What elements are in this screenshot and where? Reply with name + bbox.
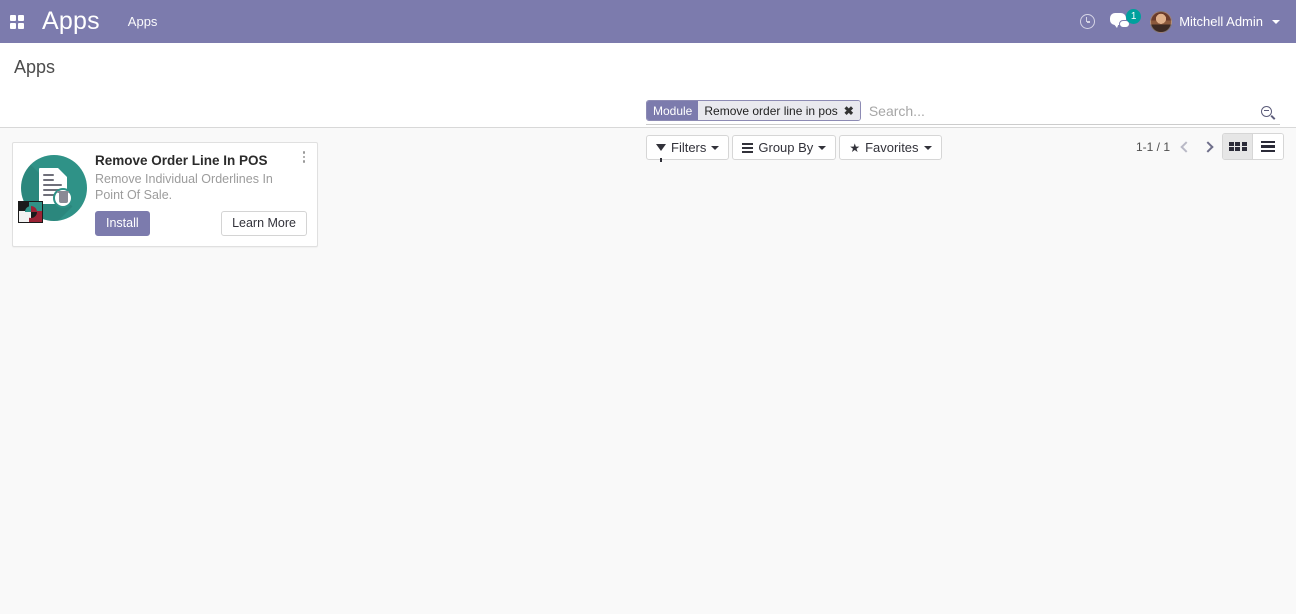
- filters-label: Filters: [671, 140, 707, 155]
- filters-button[interactable]: Filters: [646, 135, 730, 162]
- install-button[interactable]: Install: [95, 211, 150, 237]
- pager-nav: [1180, 140, 1214, 153]
- activity-menu-button[interactable]: [1070, 0, 1104, 43]
- chevron-down-icon: [923, 145, 932, 150]
- list-icon: [1261, 140, 1275, 153]
- app-card-actions: Install Learn More: [95, 211, 307, 237]
- favorites-label: Favorites: [865, 140, 919, 155]
- search-facet-module[interactable]: Module Remove order line in pos ✖: [646, 100, 861, 121]
- breadcrumb[interactable]: Apps: [0, 43, 55, 78]
- navbar-right: 1 Mitchell Admin: [1070, 0, 1284, 43]
- messages-icon: 1: [1108, 8, 1142, 32]
- close-icon[interactable]: ✖: [841, 101, 860, 120]
- control-panel-top-row: Apps: [0, 43, 1296, 89]
- app-description: Remove Individual Orderlines In Point Of…: [95, 171, 273, 202]
- messages-menu-button[interactable]: 1: [1106, 0, 1142, 43]
- brand-title: Apps: [42, 7, 100, 35]
- chevron-down-icon: [711, 145, 720, 150]
- chevron-down-icon: [818, 145, 827, 150]
- favorites-button[interactable]: ★ Favorites: [839, 135, 942, 160]
- kanban-content: Remove Order Line In POS Remove Individu…: [0, 128, 1296, 614]
- search-button[interactable]: [1252, 98, 1280, 124]
- user-name-label: Mitchell Admin: [1179, 14, 1263, 29]
- group-by-button[interactable]: Group By: [732, 135, 837, 160]
- view-switcher: [1222, 133, 1284, 160]
- search-facet-value: Remove order line in pos: [698, 101, 842, 120]
- nav-menu-item-apps[interactable]: Apps: [114, 0, 172, 43]
- navbar-left: Apps Apps: [0, 0, 171, 43]
- kanban-icon: [1228, 141, 1247, 152]
- odoo-apps-page: Apps Apps 1 Mitchell Admin Apps Module R…: [0, 0, 1296, 614]
- chevron-down-icon: [1272, 19, 1280, 24]
- funnel-icon: [656, 144, 666, 162]
- grid-icon: [10, 14, 24, 29]
- pager-value: 1-1 / 1: [1135, 139, 1170, 154]
- user-menu-button[interactable]: Mitchell Admin: [1142, 0, 1284, 43]
- list-view-button[interactable]: [1253, 134, 1283, 159]
- list-lines-icon: [742, 142, 754, 153]
- chevron-left-icon[interactable]: [1180, 140, 1192, 153]
- learn-more-button[interactable]: Learn More: [221, 211, 307, 237]
- group-by-label: Group By: [758, 140, 814, 155]
- app-icon-wrapper: [18, 155, 87, 223]
- clock-icon: [1079, 14, 1095, 29]
- search-bar[interactable]: Module Remove order line in pos ✖: [646, 98, 1280, 125]
- search-dropdown-buttons: Filters Group By ★ Favorites: [646, 135, 942, 162]
- messages-badge: 1: [1126, 8, 1142, 24]
- apps-launcher-button[interactable]: [0, 0, 34, 43]
- avatar: [1150, 10, 1173, 33]
- chevron-right-icon[interactable]: [1202, 140, 1214, 153]
- publisher-logo-icon: [18, 201, 43, 223]
- app-card[interactable]: Remove Order Line In POS Remove Individu…: [12, 142, 318, 248]
- navbar-menu: Apps: [114, 0, 172, 43]
- search-input[interactable]: [860, 98, 1252, 124]
- app-title: Remove Order Line In POS: [95, 153, 268, 168]
- kanban-view-button[interactable]: [1223, 134, 1253, 159]
- star-icon: ★: [849, 140, 861, 155]
- control-panel-right: 1-1 / 1: [1136, 133, 1284, 160]
- search-icon: [1260, 105, 1272, 117]
- top-navbar: Apps Apps 1 Mitchell Admin: [0, 0, 1296, 43]
- app-card-body: Remove Order Line In POS Remove Individu…: [95, 151, 307, 237]
- kebab-menu-icon[interactable]: [297, 147, 311, 167]
- search-facet-label: Module: [647, 101, 699, 120]
- control-panel: Apps Module Remove order line in pos ✖ F…: [0, 43, 1296, 162]
- pager: 1-1 / 1: [1135, 139, 1214, 154]
- search-view: Module Remove order line in pos ✖: [646, 98, 1280, 125]
